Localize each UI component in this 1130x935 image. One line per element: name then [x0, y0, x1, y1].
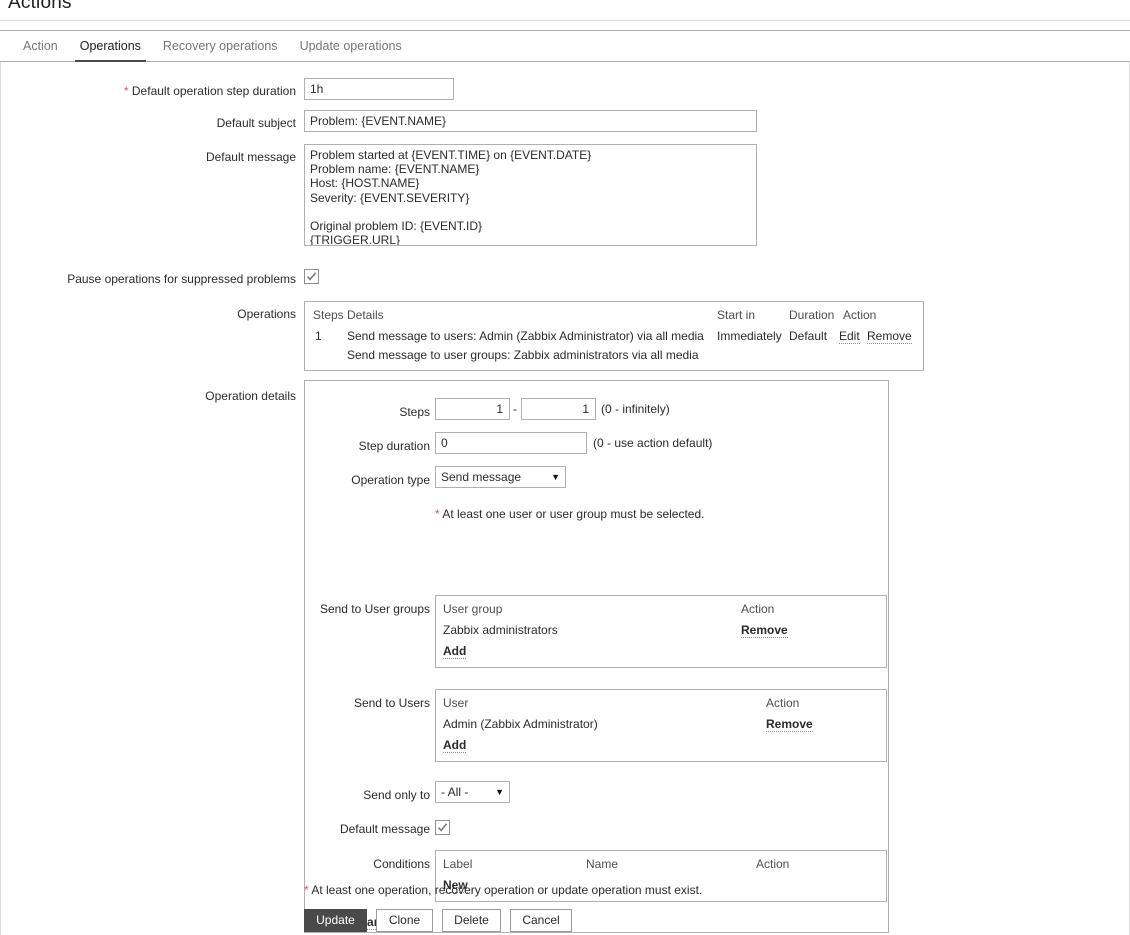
- col-condition-name: Name: [586, 857, 619, 871]
- operation-type-label: Operation type: [351, 473, 430, 487]
- cancel-button[interactable]: Cancel: [510, 909, 572, 932]
- step-duration-label: Step duration: [358, 439, 430, 453]
- footer-note-text: At least one operation, recovery operati…: [311, 883, 703, 897]
- tab-bar: Action Operations Recovery operations Up…: [0, 30, 1130, 62]
- users-add-row: Add: [436, 735, 886, 756]
- delete-button[interactable]: Delete: [442, 909, 501, 932]
- steps-hint: (0 - infinitely): [601, 402, 670, 416]
- tab-recovery-operations[interactable]: Recovery operations: [152, 31, 289, 62]
- steps-from-input[interactable]: [435, 398, 510, 420]
- default-subject-input[interactable]: [304, 110, 757, 132]
- footer-note: * At least one operation, recovery opera…: [304, 883, 702, 897]
- operation-details-label: Operation details: [205, 389, 296, 403]
- col-user-action: Action: [766, 696, 800, 710]
- selection-note: * At least one user or user group must b…: [435, 507, 705, 521]
- row-detail-1-bold: Send message to users:: [347, 329, 477, 343]
- default-step-duration-label-text: Default operation step duration: [131, 84, 296, 98]
- row-detail-1-rest: Admin (Zabbix Administrator) via all med…: [479, 329, 704, 343]
- default-message-textarea[interactable]: Problem started at {EVENT.TIME} on {EVEN…: [304, 144, 757, 246]
- user-group-remove-link[interactable]: Remove: [741, 623, 788, 638]
- send-only-to-label: Send only to: [363, 788, 430, 802]
- operations-table: Steps Details Start in Duration Action 1…: [304, 301, 924, 371]
- title-divider: [0, 20, 1130, 21]
- operation-details-panel: Steps - (0 - infinitely) Step duration (…: [304, 380, 889, 933]
- operation-type-select[interactable]: Send message ▼: [435, 466, 566, 488]
- pause-suppressed-checkbox[interactable]: [304, 269, 319, 284]
- row-edit-link[interactable]: Edit: [839, 329, 860, 344]
- row-detail-line-1: Send message to users: Admin (Zabbix Adm…: [347, 326, 704, 347]
- send-only-to-select[interactable]: - All - ▼: [435, 781, 510, 803]
- user-group-add-link[interactable]: Add: [443, 644, 467, 659]
- col-action: Action: [843, 308, 877, 322]
- operations-table-label: Operations: [237, 307, 296, 321]
- checkmark-icon: [306, 272, 317, 281]
- selection-note-marker: *: [435, 507, 440, 521]
- table-row: 1 Send message to users: Admin (Zabbix A…: [305, 326, 923, 366]
- row-steps: 1: [315, 329, 322, 343]
- row-detail-line-2: Send message to user groups: Zabbix admi…: [347, 345, 699, 366]
- col-start-in: Start in: [717, 308, 756, 322]
- conditions-label: Conditions: [373, 857, 430, 871]
- send-to-users-table: User Action Admin (Zabbix Administrator)…: [435, 689, 887, 762]
- conditions-table-header: Label Name Action: [436, 854, 886, 875]
- chevron-down-icon: ▼: [495, 786, 504, 797]
- footer-note-marker: *: [304, 883, 309, 897]
- checkmark-icon: [437, 823, 448, 832]
- user-name: Admin (Zabbix Administrator): [443, 717, 598, 731]
- col-steps: Steps: [313, 308, 344, 322]
- send-to-users-label: Send to Users: [353, 696, 430, 710]
- steps-label: Steps: [399, 405, 430, 419]
- default-step-duration-input[interactable]: [304, 78, 454, 100]
- col-details: Details: [347, 308, 384, 322]
- update-button[interactable]: Update: [304, 909, 367, 932]
- page-title: Actions: [8, 0, 72, 13]
- default-subject-label: Default subject: [216, 116, 296, 130]
- row-remove-link[interactable]: Remove: [867, 329, 912, 344]
- user-group-name: Zabbix administrators: [443, 623, 558, 637]
- tab-action[interactable]: Action: [12, 31, 69, 62]
- step-duration-input[interactable]: [435, 432, 587, 454]
- operation-type-value: Send message: [441, 470, 522, 484]
- user-remove-link[interactable]: Remove: [766, 717, 813, 732]
- clone-button[interactable]: Clone: [376, 909, 433, 932]
- col-condition-label: Label: [443, 857, 473, 871]
- default-step-duration-label: * Default operation step duration: [1, 84, 296, 98]
- selection-note-text: At least one user or user group must be …: [442, 507, 705, 521]
- row-detail-2-rest: Zabbix administrators via all media: [513, 348, 699, 362]
- user-groups-table-header: User group Action: [436, 599, 886, 620]
- required-marker: *: [123, 84, 129, 98]
- col-user: User: [443, 696, 469, 710]
- col-user-group-action: Action: [741, 602, 775, 616]
- list-item: Admin (Zabbix Administrator) Remove: [436, 714, 886, 735]
- tab-update-operations[interactable]: Update operations: [289, 31, 413, 62]
- chevron-down-icon: ▼: [551, 471, 560, 482]
- col-condition-action: Action: [756, 857, 790, 871]
- row-start-in: Immediately: [717, 329, 782, 343]
- col-duration: Duration: [789, 308, 835, 322]
- steps-separator: -: [513, 402, 517, 416]
- user-add-link[interactable]: Add: [443, 738, 467, 753]
- pause-suppressed-label: Pause operations for suppressed problems: [67, 272, 296, 286]
- users-table-header: User Action: [436, 693, 886, 714]
- col-user-group: User group: [443, 602, 503, 616]
- operations-table-header: Steps Details Start in Duration Action: [305, 305, 923, 326]
- tab-operations[interactable]: Operations: [69, 31, 152, 62]
- op-default-message-checkbox[interactable]: [435, 820, 450, 835]
- step-duration-hint: (0 - use action default): [593, 436, 713, 450]
- steps-to-input[interactable]: [521, 398, 596, 420]
- default-message-label: Default message: [205, 150, 296, 164]
- operations-form: * Default operation step duration Defaul…: [0, 62, 1130, 935]
- op-default-message-label: Default message: [339, 822, 430, 836]
- list-item: Zabbix administrators Remove: [436, 620, 886, 641]
- row-detail-2-bold: Send message to user groups:: [347, 348, 511, 362]
- row-duration: Default: [789, 329, 828, 343]
- send-only-to-value: - All -: [441, 785, 469, 799]
- send-to-user-groups-table: User group Action Zabbix administrators …: [435, 595, 887, 668]
- send-to-user-groups-label: Send to User groups: [319, 602, 430, 616]
- user-groups-add-row: Add: [436, 641, 886, 662]
